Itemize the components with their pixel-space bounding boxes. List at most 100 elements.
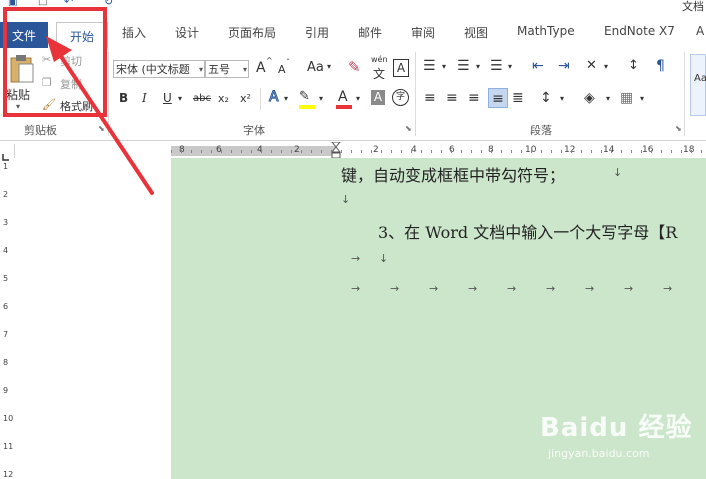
ruler-tick bbox=[611, 150, 612, 153]
italic-button[interactable]: I bbox=[142, 91, 147, 105]
chevron-down-icon[interactable]: ▾ bbox=[640, 94, 644, 103]
chevron-down-icon[interactable]: ▾ bbox=[606, 94, 610, 103]
tab-more[interactable]: A bbox=[696, 24, 704, 38]
char-shading-button[interactable]: A bbox=[371, 90, 385, 105]
highlight-icon[interactable]: ✎ bbox=[299, 89, 310, 104]
shading-icon[interactable]: ◈ bbox=[584, 90, 595, 106]
chevron-down-icon[interactable]: ▾ bbox=[284, 94, 288, 103]
strikethrough-button[interactable]: abc bbox=[193, 93, 211, 104]
tab-endnote[interactable]: EndNote X7 bbox=[604, 24, 675, 38]
multilevel-list-icon[interactable]: ☰ bbox=[490, 58, 503, 74]
tab-mailings[interactable]: 邮件 bbox=[358, 24, 382, 41]
chevron-down-icon[interactable]: ▾ bbox=[476, 62, 480, 71]
chevron-down-icon[interactable]: ▾ bbox=[508, 62, 512, 71]
decrease-indent-icon[interactable]: ⇤ bbox=[532, 58, 544, 74]
show-marks-icon[interactable]: ¶ bbox=[656, 58, 665, 74]
font-name-select[interactable]: 宋体 (中文标题 ▾ bbox=[113, 60, 205, 78]
styles-gallery[interactable]: Aa bbox=[690, 54, 706, 116]
ruler-tick bbox=[411, 150, 412, 153]
superscript-button[interactable]: x² bbox=[240, 92, 251, 105]
chevron-down-icon[interactable]: ▾ bbox=[178, 94, 182, 103]
tab-mark: → bbox=[663, 282, 673, 295]
ruler-tick bbox=[491, 150, 492, 153]
align-left-icon[interactable]: ≡ bbox=[424, 90, 436, 106]
shrink-font-button[interactable]: A bbox=[278, 63, 286, 76]
doc-line-2[interactable]: 3、在 Word 文档中输入一个大写字母【R bbox=[378, 219, 677, 243]
tab-design[interactable]: 设计 bbox=[175, 24, 199, 41]
chevron-down-icon[interactable]: ▾ bbox=[560, 94, 564, 103]
ruler-tick bbox=[421, 150, 422, 153]
ruler-number: 18 bbox=[683, 145, 695, 155]
ruler-number: 7 bbox=[3, 330, 9, 339]
ruler-number: 14 bbox=[603, 145, 615, 155]
tab-mark: → bbox=[429, 282, 439, 295]
vertical-ruler[interactable]: 1 2 3 4 5 6 7 8 9 10 11 12 bbox=[0, 144, 15, 479]
bullets-icon[interactable]: ☰ bbox=[423, 58, 436, 74]
ruler-number: 12 bbox=[3, 470, 14, 479]
chevron-down-icon[interactable]: ▾ bbox=[319, 94, 323, 103]
ruler-number: 2 bbox=[294, 145, 300, 155]
phonetic-guide-button[interactable]: 文 bbox=[373, 65, 385, 82]
char-border-button[interactable]: A bbox=[393, 59, 409, 77]
indent-marker[interactable] bbox=[331, 142, 341, 159]
chevron-down-icon[interactable]: ▾ bbox=[604, 62, 608, 71]
ruler-number: 3 bbox=[3, 218, 9, 227]
paragraph-launcher-icon[interactable]: ⬊ bbox=[675, 124, 682, 133]
chevron-down-icon[interactable]: ▾ bbox=[442, 62, 446, 71]
justify-icon[interactable]: ≡ bbox=[488, 88, 508, 108]
tab-page-layout[interactable]: 页面布局 bbox=[228, 24, 276, 41]
paragraph-mark: ↓ bbox=[613, 166, 623, 179]
tab-references[interactable]: 引用 bbox=[305, 24, 329, 41]
tab-mark: → bbox=[351, 282, 361, 295]
asian-layout-icon[interactable]: ✕ bbox=[586, 58, 597, 73]
underline-button[interactable]: U bbox=[163, 91, 172, 105]
bold-button[interactable]: B bbox=[119, 91, 128, 105]
align-right-icon[interactable]: ≡ bbox=[468, 90, 480, 106]
sort-icon[interactable]: ↕ bbox=[628, 58, 639, 73]
ruler-tick bbox=[531, 150, 532, 153]
ruler-tick bbox=[561, 150, 562, 153]
doc-line-1[interactable]: 键，自动变成框框中带勾符号； bbox=[341, 162, 565, 186]
clear-format-icon[interactable]: ✎ bbox=[348, 58, 361, 76]
tab-selector-icon[interactable] bbox=[2, 150, 10, 161]
ruler-tick bbox=[291, 150, 292, 153]
tab-view[interactable]: 视图 bbox=[464, 24, 488, 41]
left-margin-area bbox=[14, 158, 171, 479]
ruler-tick bbox=[581, 150, 582, 153]
enclose-char-button[interactable]: 字 bbox=[392, 89, 409, 106]
tab-mathtype[interactable]: MathType bbox=[517, 24, 575, 38]
ruler-tick bbox=[371, 150, 372, 153]
text-effects-button[interactable]: A bbox=[269, 89, 280, 106]
quick-access-icon[interactable]: □ bbox=[38, 0, 47, 7]
ruler-tick bbox=[691, 150, 692, 153]
font-launcher-icon[interactable]: ⬊ bbox=[405, 124, 412, 133]
borders-icon[interactable]: ▦ bbox=[620, 90, 633, 106]
clipboard-launcher-icon[interactable]: ⬊ bbox=[98, 124, 105, 133]
distribute-icon[interactable]: ≣ bbox=[512, 90, 524, 106]
numbering-icon[interactable]: ☰ bbox=[457, 58, 470, 74]
grow-font-button[interactable]: A bbox=[256, 60, 266, 76]
increase-indent-icon[interactable]: ⇥ bbox=[558, 58, 570, 74]
subscript-button[interactable]: x₂ bbox=[218, 92, 229, 105]
chevron-down-icon[interactable]: ▾ bbox=[356, 94, 360, 103]
ruler-tick bbox=[461, 150, 462, 153]
tab-insert[interactable]: 插入 bbox=[122, 24, 146, 41]
tab-review[interactable]: 审阅 bbox=[411, 24, 435, 41]
tab-mark: → bbox=[390, 282, 400, 295]
ruler-tick bbox=[391, 150, 392, 153]
ruler-tick bbox=[251, 150, 252, 153]
annotation-box bbox=[3, 7, 107, 117]
font-size-select[interactable]: 五号 ▾ bbox=[205, 60, 249, 78]
group-divider bbox=[684, 52, 685, 136]
ruler-tick bbox=[401, 150, 402, 153]
ruler-tick bbox=[381, 150, 382, 153]
font-color-bar bbox=[336, 105, 352, 109]
change-case-button[interactable]: Aa bbox=[307, 60, 324, 75]
ruler-tick bbox=[481, 150, 482, 153]
font-color-button[interactable]: A bbox=[338, 89, 348, 105]
line-spacing-icon[interactable]: ↕ bbox=[540, 90, 552, 106]
align-center-icon[interactable]: ≡ bbox=[446, 90, 458, 106]
ruler-tick bbox=[661, 150, 662, 153]
chevron-down-icon[interactable]: ▾ bbox=[327, 62, 331, 71]
horizontal-ruler[interactable]: 864224681012141618 bbox=[171, 142, 706, 159]
